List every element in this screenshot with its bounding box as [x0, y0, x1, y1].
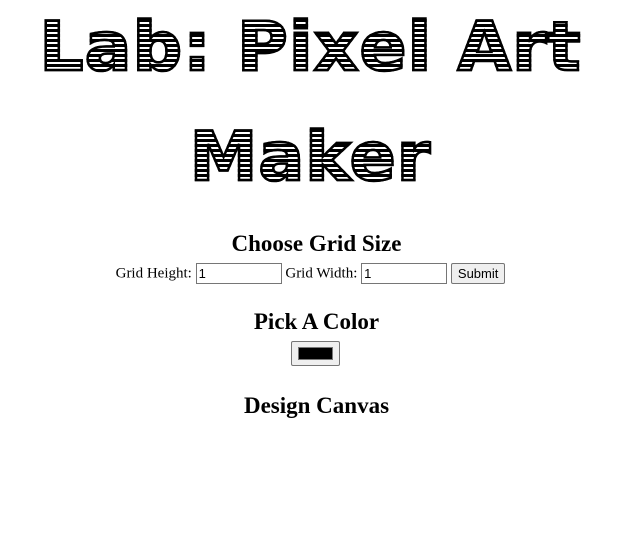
page: Lab: Pixel Art Maker Choose Grid Size Gr…: [0, 0, 621, 541]
grid-size-heading: Choose Grid Size: [231, 231, 402, 256]
color-swatch: [298, 347, 333, 360]
page-title-text: Maker: [188, 118, 432, 197]
submit-button[interactable]: Submit: [450, 263, 506, 285]
page-title-text: Lab: Pixel Art: [38, 8, 582, 87]
page-title-line-1: Lab: Pixel Art: [0, 12, 621, 83]
grid-height-input[interactable]: [195, 263, 282, 285]
page-title-line-2: Maker: [0, 122, 621, 193]
grid-height-label: Grid Height:: [115, 265, 192, 282]
grid-width-label: Grid Width:: [285, 265, 358, 282]
pick-color-heading: Pick A Color: [253, 309, 380, 334]
grid-width-input[interactable]: [361, 263, 448, 285]
design-canvas-heading: Design Canvas: [243, 393, 390, 418]
grid-size-form: Grid Height: Grid Width: Submit: [0, 262, 621, 285]
color-picker[interactable]: [291, 341, 340, 366]
